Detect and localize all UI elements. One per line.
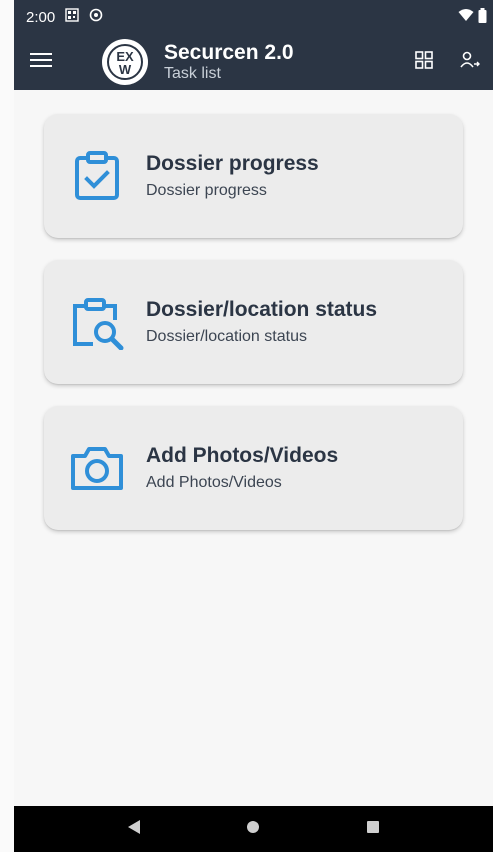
sync-icon: [89, 8, 103, 26]
task-title: Dossier/location status: [146, 298, 378, 321]
status-time: 2:00: [26, 8, 56, 26]
task-card-add-photos-videos[interactable]: Add Photos/Videos Add Photos/Videos: [44, 406, 463, 530]
account-button[interactable]: [447, 34, 493, 90]
user-switch-icon: [460, 51, 480, 74]
app-title: Securcen 2.0: [164, 40, 294, 64]
hamburger-menu-icon: [30, 52, 52, 73]
camera-icon: [66, 437, 128, 499]
clipboard-check-icon: [66, 145, 128, 207]
recents-button[interactable]: [351, 809, 395, 849]
recents-square-icon: [366, 820, 380, 839]
grid-icon: [415, 50, 433, 74]
task-subtitle: Dossier/location status: [146, 328, 307, 345]
app-logo: EX W: [102, 39, 148, 85]
task-list: Dossier progress Dossier progress Dossie…: [14, 90, 493, 530]
notification-icon: [65, 8, 79, 26]
task-card-dossier-progress[interactable]: Dossier progress Dossier progress: [44, 114, 463, 238]
battery-icon: [478, 7, 487, 27]
grid-view-button[interactable]: [401, 34, 447, 90]
app-subtitle: Task list: [164, 64, 221, 82]
home-button[interactable]: [231, 809, 275, 849]
exw-logo-icon: EX W: [107, 44, 143, 80]
task-subtitle: Add Photos/Videos: [146, 474, 282, 491]
task-subtitle: Dossier progress: [146, 182, 267, 199]
device-frame: 2:00 EX W Securcen 2.0 Task list Dossier…: [0, 0, 493, 852]
task-title: Dossier progress: [146, 152, 319, 175]
task-title: Add Photos/Videos: [146, 444, 339, 467]
back-button[interactable]: [112, 809, 156, 849]
clipboard-search-icon: [66, 291, 128, 353]
home-circle-icon: [246, 820, 260, 839]
system-navigation-bar: [14, 806, 493, 852]
wifi-icon: [458, 8, 474, 26]
svg-text:W: W: [119, 62, 132, 77]
task-card-dossier-location-status[interactable]: Dossier/location status Dossier/location…: [44, 260, 463, 384]
back-triangle-icon: [127, 819, 141, 840]
status-bar: 2:00: [14, 0, 493, 34]
menu-button[interactable]: [14, 34, 68, 90]
screen: 2:00 EX W Securcen 2.0 Task list Dossier…: [14, 0, 493, 852]
app-bar: EX W Securcen 2.0 Task list: [14, 34, 493, 90]
